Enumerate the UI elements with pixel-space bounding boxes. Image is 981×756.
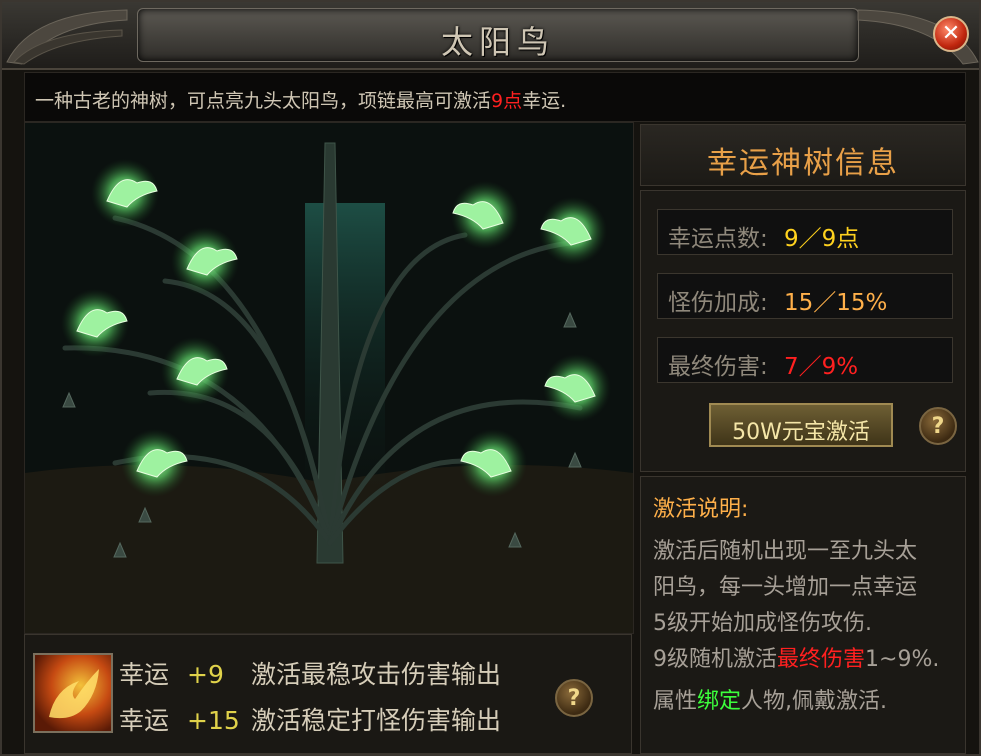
note-line-2: 阳鸟，每一头增加一点幸运 <box>653 575 918 600</box>
bonus-row-1: 幸运 +9 激活最稳攻击伤害输出 <box>119 655 501 691</box>
notes-title: 激活说明: <box>653 497 749 522</box>
activation-notes: 激活说明: 激活后随机出现一至九头太 阳鸟，每一头增加一点幸运 5级开始加成怪伤… <box>640 476 966 754</box>
bonus-row-2: 幸运 +15 激活稳定打怪伤害输出 <box>119 701 501 737</box>
title-plate: 太阳鸟 <box>137 8 859 62</box>
bonus-text: 激活稳定打怪伤害输出 <box>251 706 502 735</box>
bonus-label: 幸运 <box>119 706 170 735</box>
question-icon: ? <box>931 414 945 439</box>
bonus-text: 激活最稳攻击伤害输出 <box>251 660 502 689</box>
bonus-help-button[interactable]: ? <box>555 679 593 717</box>
bonus-value: +9 <box>187 660 224 689</box>
note-highlight-bind: 绑定 <box>697 689 742 714</box>
stat-value: 7／9% <box>784 354 859 380</box>
activate-button[interactable]: 50W元宝激活 <box>709 403 893 447</box>
sun-bird-window: 太阳鸟 ✕ 一种古老的神树，可点亮九头太阳鸟，项链最高可激活9点幸运. 幸运 +… <box>0 0 981 756</box>
window-title: 太阳鸟 <box>440 23 555 61</box>
stat-key: 怪伤加成: <box>668 290 768 316</box>
stats-box: 幸运点数: 9／9点 怪伤加成: 15／15% 最终伤害: 7／9% 50W元宝… <box>640 190 966 472</box>
info-header-title: 幸运神树信息 <box>707 146 899 181</box>
flame-skill-icon <box>33 653 113 733</box>
stat-value: 15／15% <box>784 290 888 316</box>
sun-tree-scene <box>24 122 634 634</box>
sun-tree-illustration <box>25 123 633 633</box>
left-wing-ornament <box>6 9 128 65</box>
stat-luck-points: 幸运点数: 9／9点 <box>657 209 953 255</box>
bonus-value: +15 <box>187 706 240 735</box>
title-bar: 太阳鸟 ✕ <box>2 2 979 70</box>
activate-help-button[interactable]: ? <box>919 407 957 445</box>
description-text: 一种古老的神树，可点亮九头太阳鸟，项链最高可激活9点幸运. <box>35 90 567 112</box>
close-button[interactable]: ✕ <box>933 16 969 52</box>
note-line-5: 属性绑定人物,佩戴激活. <box>653 689 888 714</box>
note-line-1: 激活后随机出现一至九头太 <box>653 539 918 564</box>
stat-final-damage: 最终伤害: 7／9% <box>657 337 953 383</box>
note-line-3: 5级开始加成怪伤攻伤. <box>653 611 872 636</box>
close-icon: ✕ <box>941 21 961 46</box>
activate-button-label: 50W元宝激活 <box>732 420 870 445</box>
bonus-label: 幸运 <box>119 660 170 689</box>
stat-key: 幸运点数: <box>668 226 768 252</box>
description-highlight: 9点 <box>491 90 523 112</box>
description-bar: 一种古老的神树，可点亮九头太阳鸟，项链最高可激活9点幸运. <box>24 72 966 122</box>
note-line-4: 9级随机激活最终伤害1~9%. <box>653 647 940 672</box>
stat-key: 最终伤害: <box>668 354 768 380</box>
question-icon: ? <box>567 686 581 711</box>
info-header: 幸运神树信息 <box>640 124 966 186</box>
bonus-bar: 幸运 +9 激活最稳攻击伤害输出 幸运 +15 激活稳定打怪伤害输出 ? <box>24 634 632 754</box>
stat-monster-damage: 怪伤加成: 15／15% <box>657 273 953 319</box>
stat-value: 9／9点 <box>784 226 860 252</box>
note-highlight-final-damage: 最终伤害 <box>777 647 866 672</box>
info-panel: 幸运神树信息 幸运点数: 9／9点 怪伤加成: 15／15% 最终伤害: 7／9… <box>640 122 966 754</box>
